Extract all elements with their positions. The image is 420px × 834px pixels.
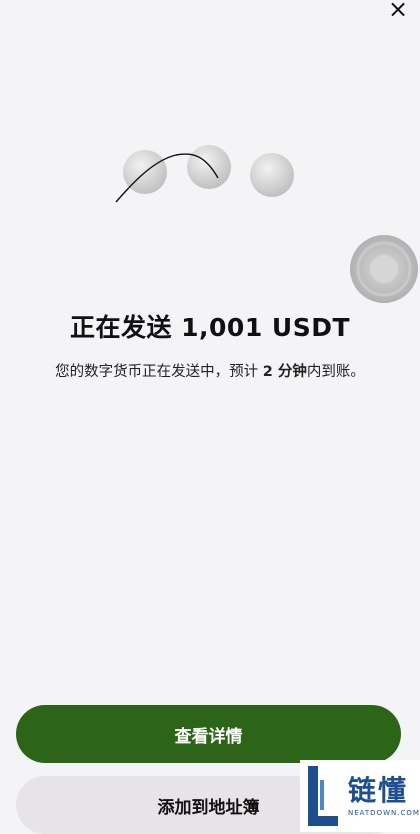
eta-time: 2 分钟 <box>262 364 307 380</box>
sending-animation <box>115 145 418 303</box>
sending-subtitle: 您的数字货币正在发送中，预计 2 分钟内到账。 <box>55 364 365 380</box>
watermark-logo-icon <box>308 766 338 826</box>
watermark-brand-cn: 链懂 <box>348 774 409 807</box>
sending-title: 正在发送 1,001 USDT <box>69 313 351 342</box>
coin-right <box>250 153 294 197</box>
coin-middle <box>187 145 231 189</box>
view-details-button[interactable]: 查看详情 <box>16 705 401 763</box>
watermark-brand-en: NEATDOWN.COM <box>348 809 420 817</box>
watermark: 链懂 NEATDOWN.COM <box>300 760 420 832</box>
